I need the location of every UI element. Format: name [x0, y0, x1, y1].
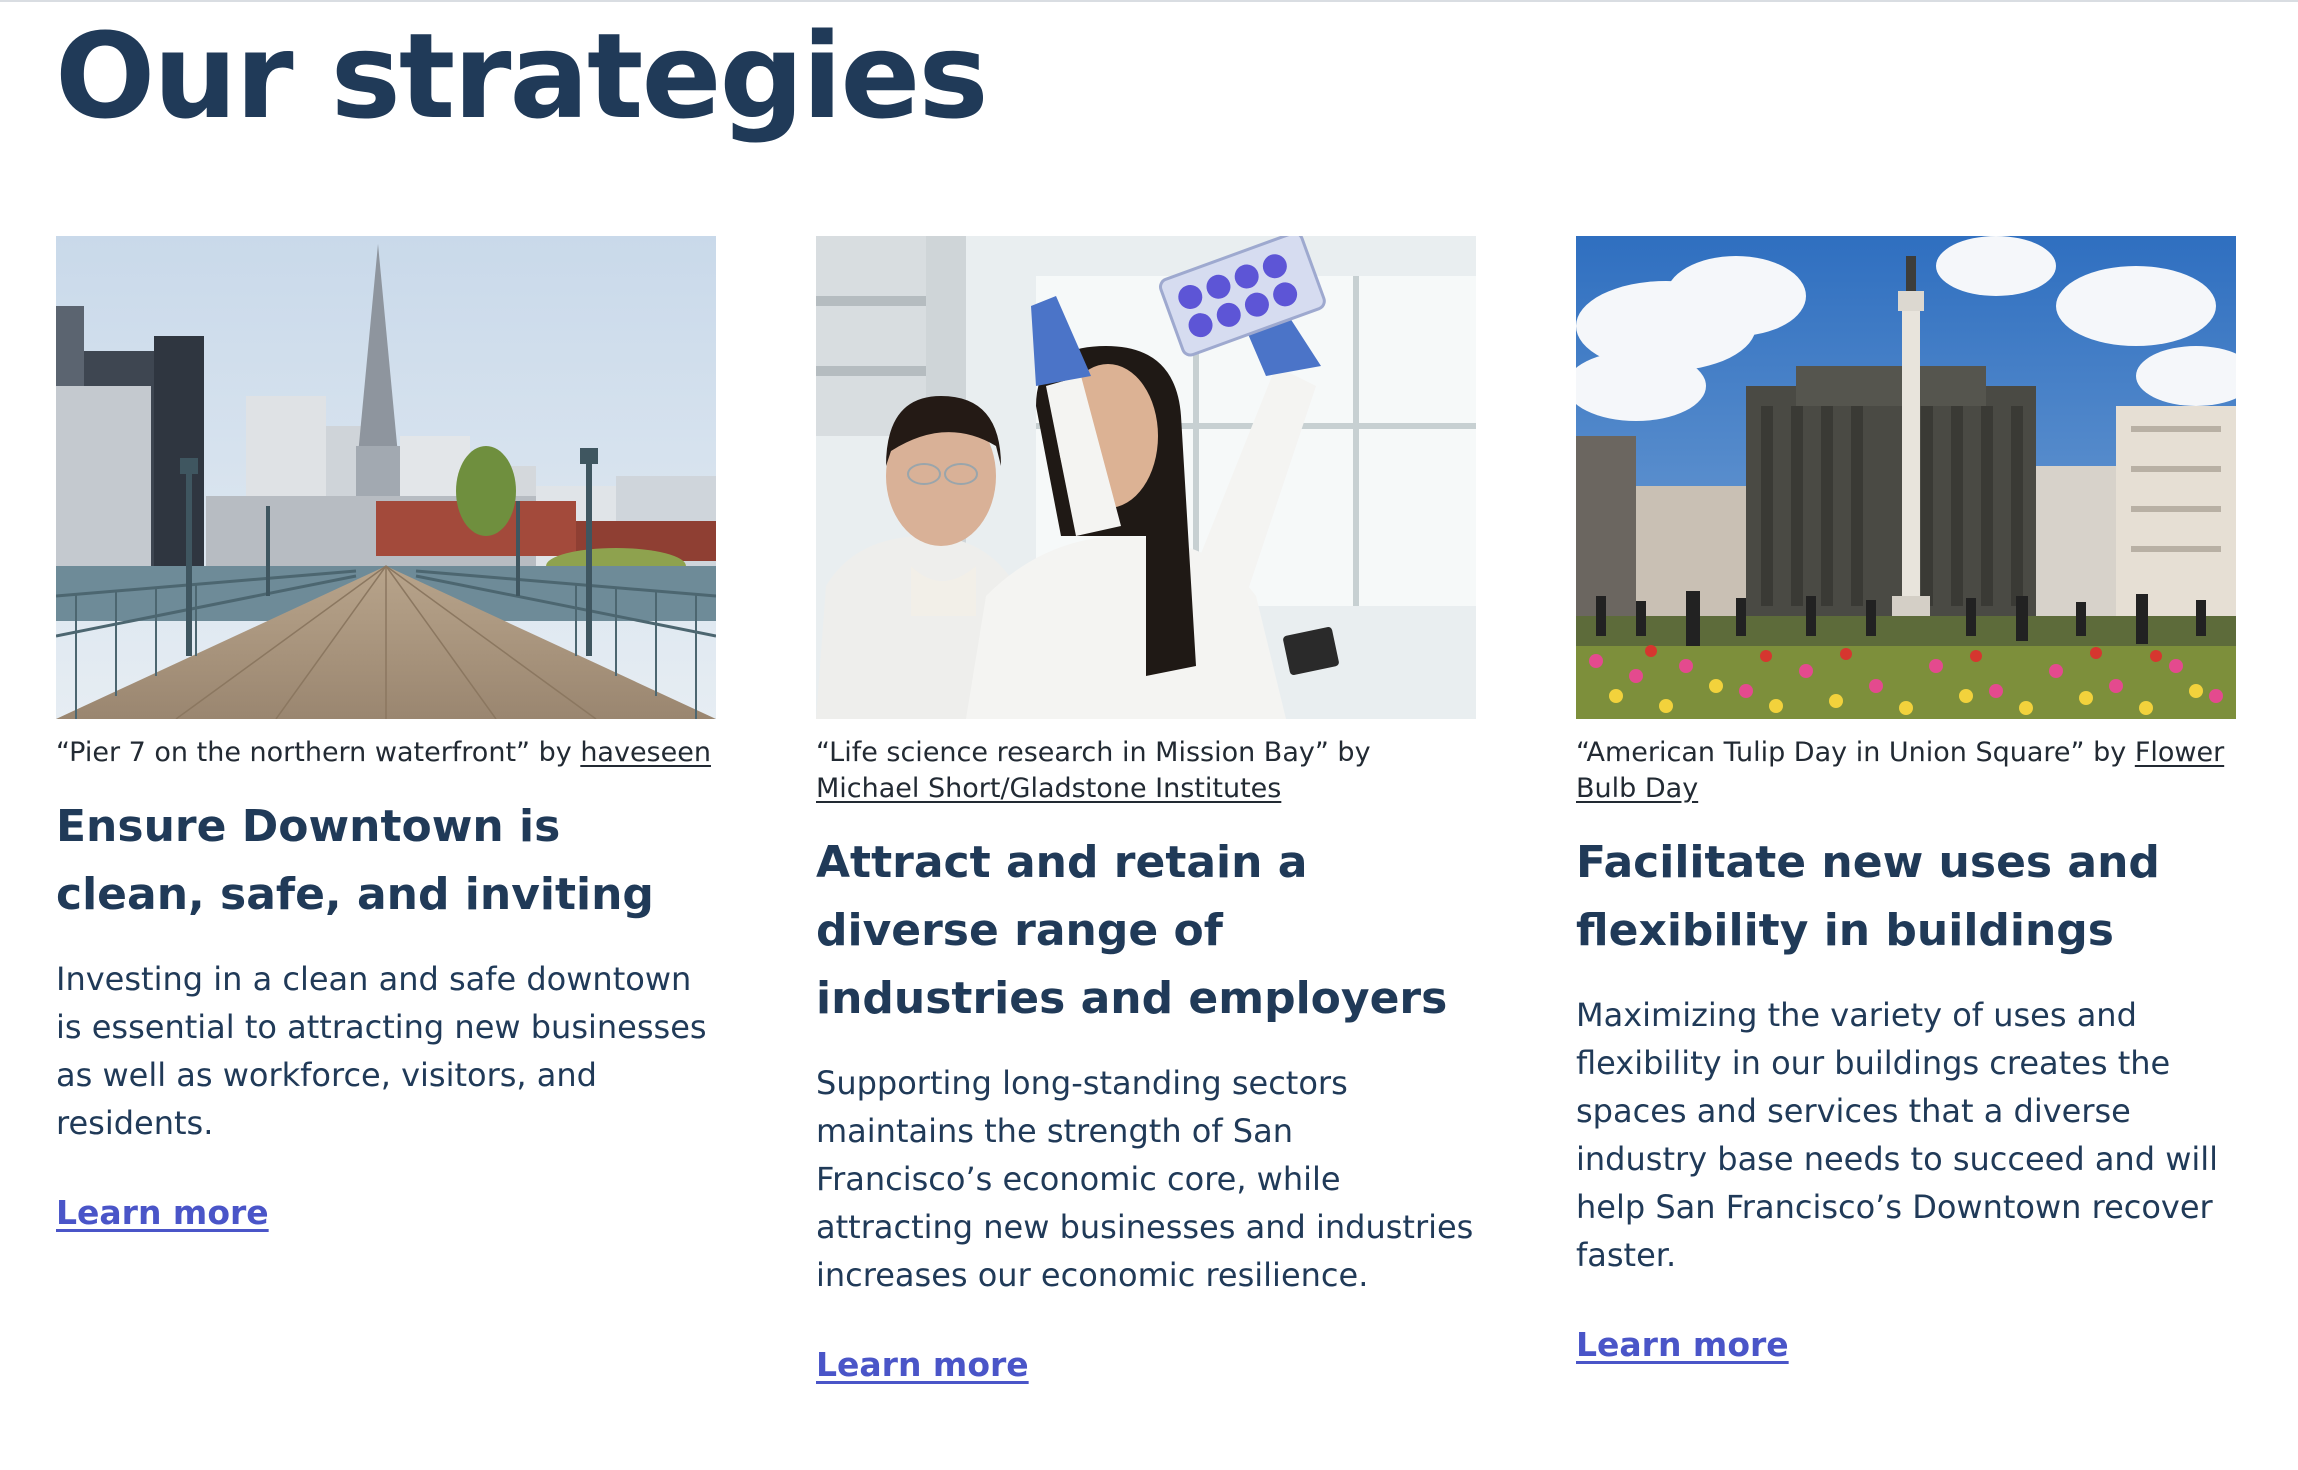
strategy-card-buildings: “American Tulip Day in Union Square” by … [1576, 236, 2236, 1365]
strategy-description: Maximizing the variety of uses and flexi… [1576, 996, 2219, 1274]
photo-caption: “Life science research in Mission Bay” b… [816, 735, 1476, 807]
photo-credit-link[interactable]: Michael Short/Gladstone Institutes [816, 773, 1281, 804]
caption-text: “Pier 7 on the northern waterfront” by [56, 737, 581, 768]
top-divider [0, 0, 2298, 2]
caption-text: “Life science research in Mission Bay” b… [816, 737, 1371, 768]
photo-caption: “Pier 7 on the northern waterfront” by h… [56, 735, 716, 771]
strategy-title: Facilitate new uses and flexibility in b… [1576, 837, 2160, 956]
learn-more-link[interactable]: Learn more [816, 1345, 1029, 1385]
union-square-tulips-photo [1576, 236, 2236, 719]
waterfront-pier-photo [56, 236, 716, 719]
strategy-description: Investing in a clean and safe downtown i… [56, 960, 707, 1142]
photo-caption: “American Tulip Day in Union Square” by … [1576, 735, 2236, 807]
strategy-title: Attract and retain a diverse range of in… [816, 837, 1448, 1024]
page-title: Our strategies [55, 7, 989, 145]
lab-researchers-photo [816, 236, 1476, 719]
learn-more-link[interactable]: Learn more [56, 1193, 269, 1233]
caption-text: “American Tulip Day in Union Square” by [1576, 737, 2135, 768]
strategy-card-clean-safe: “Pier 7 on the northern waterfront” by h… [56, 236, 716, 1233]
learn-more-link[interactable]: Learn more [1576, 1325, 1789, 1365]
strategy-card-industries: “Life science research in Mission Bay” b… [816, 236, 1476, 1385]
photo-credit-link[interactable]: haveseen [580, 737, 711, 768]
strategy-description: Supporting long-standing sectors maintai… [816, 1064, 1474, 1294]
strategy-title: Ensure Downtown is clean, safe, and invi… [56, 801, 654, 920]
